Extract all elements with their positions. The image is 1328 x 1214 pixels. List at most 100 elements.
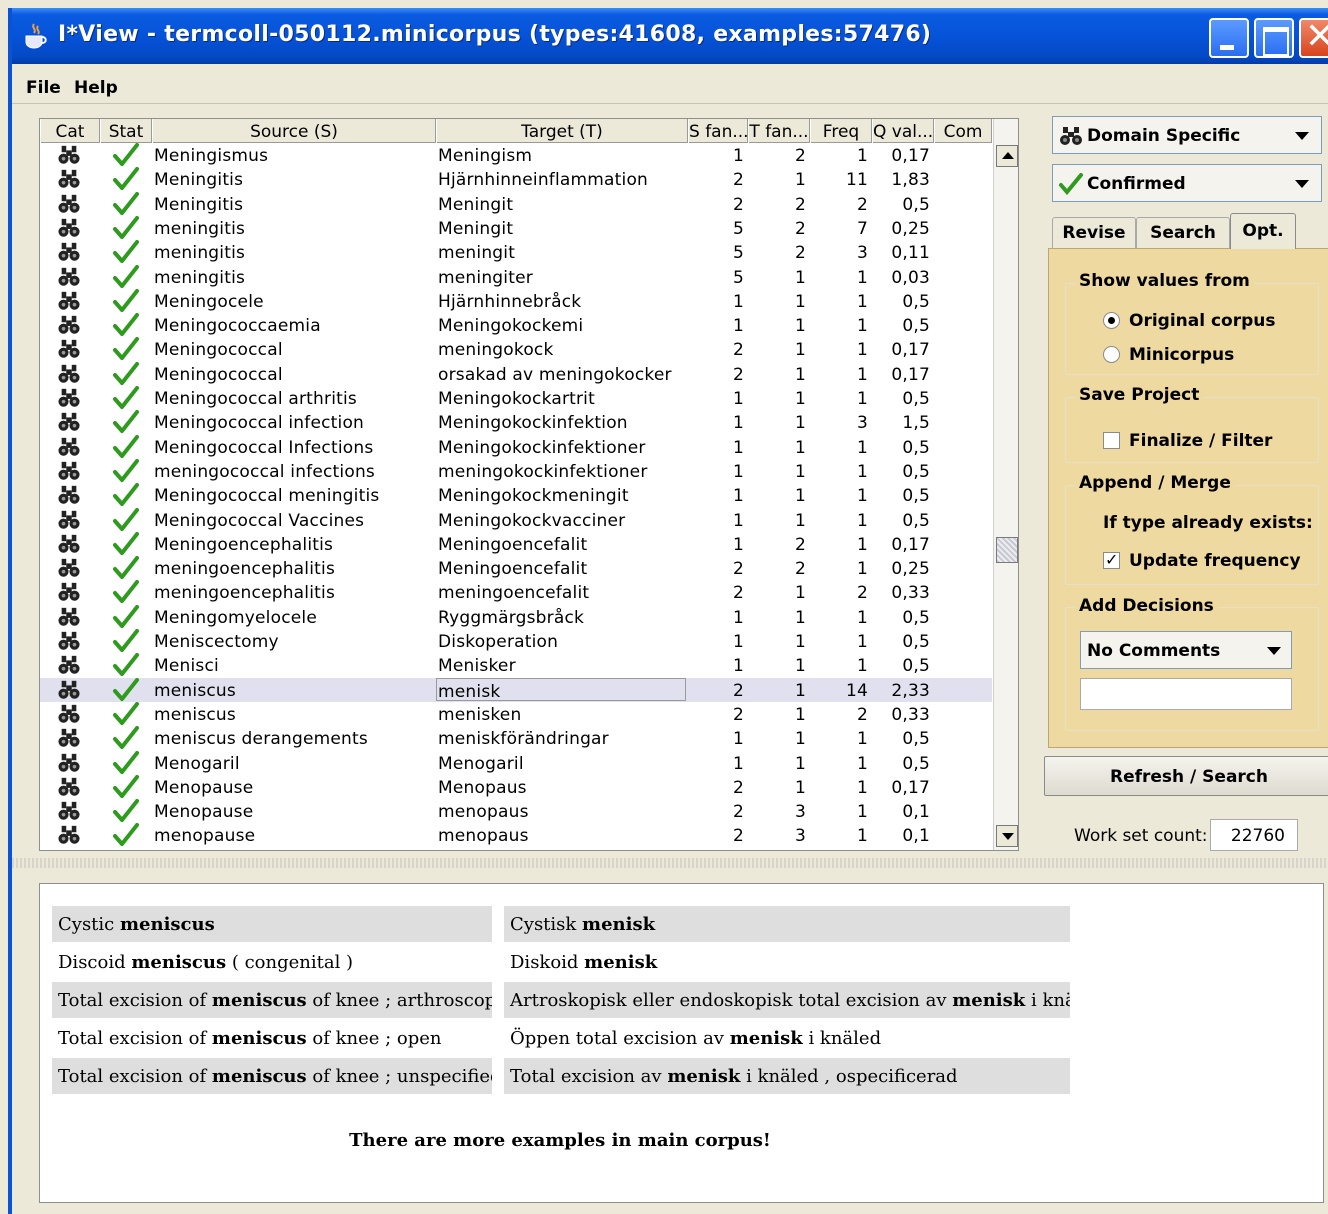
example-tgt-cell: Artroskopisk eller endoskopisk total exc…	[504, 982, 1070, 1018]
freq-cell: 1	[856, 267, 868, 288]
table-row[interactable]: meningoencephalitis meningoencefalit 2 1 2 0,…	[40, 580, 992, 604]
example-text: of knee ; unspecified	[306, 1066, 492, 1087]
title-bar[interactable]: I*View - termcoll-050112.minicorpus (typ…	[12, 8, 1328, 64]
q-val-cell: 0,5	[902, 486, 930, 507]
tab-search[interactable]: Search	[1136, 217, 1230, 249]
table-row[interactable]: meningitis Meningit 5 2 7 0,25	[40, 215, 992, 240]
term-table: Cat Stat Source (S) Target (T) S fan... …	[39, 118, 1019, 851]
refresh-search-button[interactable]: Refresh / Search	[1044, 756, 1328, 796]
table-row[interactable]: Meningococcal meningitis Meningokockmenin…	[40, 483, 992, 507]
table-row[interactable]: meniscus menisk 2 1 14 2,33	[40, 677, 992, 702]
table-row[interactable]: Meningitis Hjärnhinneinflammation 2 1 11 1,83	[40, 167, 992, 191]
comment-input[interactable]	[1080, 678, 1292, 710]
vertical-scrollbar[interactable]	[993, 119, 1018, 850]
table-row[interactable]: Meningococcaemia Meningokockemi 1 1 1 0,5	[40, 313, 992, 337]
column-header-target[interactable]: Target (T)	[436, 119, 688, 143]
table-row[interactable]: Meningococcal infection Meningokockinfekt…	[40, 410, 992, 434]
radio-original-corpus-label[interactable]: Original corpus	[1129, 311, 1276, 331]
source-cell: menopause	[154, 826, 256, 847]
s-fan-cell: 1	[732, 413, 744, 434]
table-row[interactable]: Meningoencephalitis Meningoencefalit 1 2 1 0,…	[40, 531, 992, 556]
freq-cell: 11	[845, 170, 868, 191]
column-header-cat[interactable]: Cat	[40, 119, 100, 143]
target-cell: Hjärnhinneinflammation	[438, 170, 649, 191]
column-header-freq[interactable]: Freq	[810, 119, 872, 143]
cat-cell	[58, 799, 82, 823]
target-cell: Meningokockinfektioner	[438, 437, 646, 458]
menu-help[interactable]: Help	[74, 78, 118, 98]
table-row[interactable]: menopause menopaus 2 3 1 0,1	[40, 823, 992, 847]
table-row[interactable]: Meningomyelocele Ryggmärgsbråck 1 1 1 0,5	[40, 604, 992, 629]
table-row[interactable]: meningitis meningiter 5 1 1 0,03	[40, 264, 992, 289]
table-row[interactable]: Meningitis Meningit 2 2 2 0,5	[40, 191, 992, 216]
table-row[interactable]: Meningococcal orsakad av meningokocker 2 1 1…	[40, 361, 992, 386]
table-row[interactable]: meniscus menisken 2 1 2 0,33	[40, 701, 992, 726]
column-header-source[interactable]: Source (S)	[152, 119, 436, 143]
radio-minicorpus[interactable]	[1103, 346, 1120, 363]
column-header-q-val[interactable]: Q val...	[872, 119, 934, 143]
table-row[interactable]: meningococcal infections meningokockinfek…	[40, 458, 992, 483]
domain-select[interactable]: Domain Specific	[1052, 116, 1322, 154]
q-val-cell: 0,5	[902, 194, 930, 215]
maximize-button[interactable]	[1254, 18, 1294, 58]
menu-file[interactable]: File	[26, 78, 61, 98]
t-fan-cell: 3	[794, 802, 806, 823]
comments-select[interactable]: No Comments	[1080, 631, 1292, 669]
table-row[interactable]: Meningismus Meningism 1 2 1 0,17	[40, 143, 992, 167]
source-cell: Meningococcaemia	[154, 316, 321, 337]
status-select[interactable]: Confirmed	[1052, 164, 1322, 202]
scroll-up-button[interactable]	[996, 145, 1018, 167]
example-text: Öppen total excision av	[510, 1028, 730, 1049]
s-fan-cell: 1	[732, 534, 744, 555]
table-row[interactable]: meningoencephalitis Meningoencefalit 2 2 1 0,…	[40, 556, 992, 580]
table-row[interactable]: Menopause menopaus 2 3 1 0,1	[40, 799, 992, 823]
work-set-count-field[interactable]: 22760	[1210, 819, 1298, 851]
table-row[interactable]: meningitis meningit 5 2 3 0,11	[40, 240, 992, 264]
cat-cell	[58, 629, 82, 653]
table-row[interactable]: Meningococcal Infections Meningokockinfek…	[40, 434, 992, 459]
finalize-filter-label[interactable]: Finalize / Filter	[1129, 431, 1272, 451]
t-fan-cell: 1	[794, 510, 806, 531]
checkmark-icon	[113, 337, 139, 361]
checkmark-icon	[113, 799, 139, 823]
checkmark-icon	[113, 215, 139, 239]
q-val-cell: 0,5	[902, 389, 930, 409]
stat-cell	[112, 483, 142, 507]
binoculars-icon	[58, 218, 80, 237]
t-fan-cell: 1	[794, 680, 806, 701]
column-header-t-fan[interactable]: T fan...	[748, 119, 810, 143]
target-cell: Hjärnhinnebråck	[438, 291, 582, 312]
finalize-filter-checkbox[interactable]	[1103, 432, 1120, 449]
scrollbar-thumb[interactable]	[996, 537, 1018, 563]
q-val-cell: 0,5	[902, 316, 930, 337]
radio-minicorpus-label[interactable]: Minicorpus	[1129, 345, 1234, 365]
table-row[interactable]: Meningococcal meningokock 2 1 1 0,17	[40, 337, 992, 361]
update-frequency-checkbox[interactable]	[1103, 549, 1120, 571]
freq-cell: 2	[856, 194, 868, 215]
table-row[interactable]: Meningococcal Vaccines Meningokockvaccine…	[40, 507, 992, 532]
table-row[interactable]: Menogaril Menogaril 1 1 1 0,5	[40, 750, 992, 775]
radio-original-corpus[interactable]	[1103, 312, 1120, 329]
column-header-stat[interactable]: Stat	[100, 119, 152, 143]
column-header-s-fan[interactable]: S fan...	[688, 119, 748, 143]
source-cell: Meningocele	[154, 291, 264, 312]
s-fan-cell: 2	[732, 680, 744, 701]
table-row[interactable]: Meniscectomy Diskoperation 1 1 1 0,5	[40, 629, 992, 653]
table-row[interactable]: Menopause Menopaus 2 1 1 0,17	[40, 774, 992, 799]
table-row[interactable]: Menisci Menisker 1 1 1 0,5	[40, 653, 992, 677]
table-row[interactable]: Meningocele Hjärnhinnebråck 1 1 1 0,5	[40, 288, 992, 313]
s-fan-cell: 1	[732, 389, 744, 409]
tab-opt[interactable]: Opt.	[1230, 213, 1296, 249]
s-fan-cell: 2	[732, 170, 744, 191]
update-frequency-label[interactable]: Update frequency	[1129, 551, 1301, 571]
tab-revise[interactable]: Revise	[1052, 217, 1136, 249]
table-row[interactable]: meniscus derangements meniskförändringar 1…	[40, 726, 992, 750]
example-text: i knäled	[1030, 990, 1070, 1011]
split-pane-divider[interactable]	[12, 858, 1328, 868]
close-button[interactable]: ✕	[1299, 17, 1328, 58]
scroll-down-button[interactable]	[996, 825, 1018, 847]
table-row[interactable]: Meningococcal arthritis Meningokockartrit…	[40, 386, 992, 410]
minimize-button[interactable]	[1209, 18, 1249, 58]
example-tgt-cell: Cystisk menisk	[504, 906, 1070, 942]
column-header-com[interactable]: Com	[934, 119, 992, 143]
